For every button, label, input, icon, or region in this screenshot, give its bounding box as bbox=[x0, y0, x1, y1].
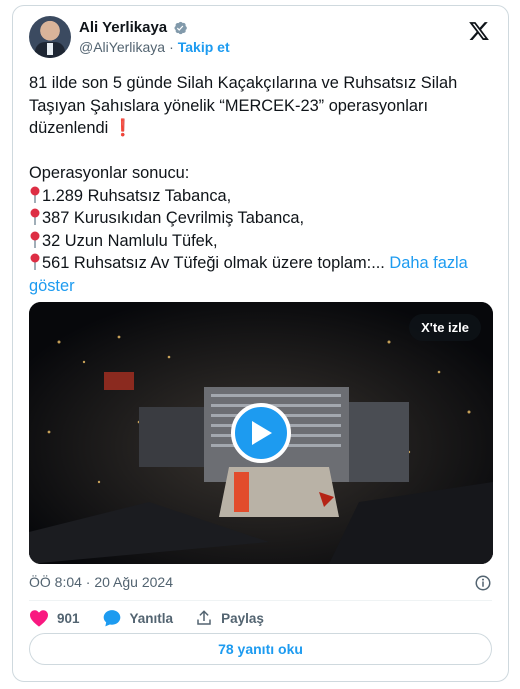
reply-bubble-icon bbox=[103, 610, 120, 627]
author-name[interactable]: Ali Yerlikaya bbox=[79, 19, 167, 36]
result-item: 1.289 Ruhsatsız Tabanca, bbox=[42, 186, 232, 205]
play-button[interactable] bbox=[231, 403, 291, 463]
watch-on-x-button[interactable]: X'te izle bbox=[409, 314, 481, 341]
reply-button[interactable]: Yanıtla bbox=[102, 608, 174, 628]
author-handle-row: @AliYerlikaya · Takip et bbox=[79, 39, 230, 55]
divider bbox=[29, 600, 492, 601]
like-button[interactable]: 901 bbox=[29, 608, 80, 628]
tweet-timestamp[interactable]: ÖÖ 8:04 · 20 Ağu 2024 bbox=[29, 574, 173, 590]
result-item: 387 Kurusıkıdan Çevrilmiş Tabanca, bbox=[42, 209, 305, 227]
video-player[interactable]: X'te izle bbox=[29, 302, 493, 564]
read-replies-button[interactable]: 78 yanıtı oku bbox=[29, 633, 492, 665]
tweet-card: Ali Yerlikaya @AliYerlikaya · Takip et 8… bbox=[12, 5, 509, 682]
result-item: 561 Ruhsatsız Av Tüfeği olmak üzere topl… bbox=[42, 254, 385, 272]
verified-badge-icon bbox=[174, 21, 187, 34]
round-pushpin-icon bbox=[30, 208, 40, 225]
handle-separator: · bbox=[169, 39, 174, 55]
red-exclamation-icon: ❗ bbox=[112, 119, 134, 137]
avatar[interactable] bbox=[29, 16, 71, 58]
tweet-text: 81 ilde son 5 günde Silah Kaçakçılarına … bbox=[29, 72, 494, 297]
tweet-intro: 81 ilde son 5 günde Silah Kaçakçılarına … bbox=[29, 74, 462, 137]
like-count: 901 bbox=[57, 610, 80, 626]
info-icon[interactable] bbox=[474, 574, 492, 592]
follow-button[interactable]: Takip et bbox=[178, 39, 230, 55]
play-icon bbox=[252, 421, 272, 445]
result-item: 32 Uzun Namlulu Tüfek, bbox=[42, 231, 218, 250]
round-pushpin-icon bbox=[30, 231, 40, 248]
tweet-header: Ali Yerlikaya @AliYerlikaya · Takip et bbox=[29, 16, 492, 62]
heart-icon bbox=[30, 610, 48, 627]
share-label: Paylaş bbox=[221, 610, 264, 626]
round-pushpin-icon bbox=[30, 186, 40, 203]
author-handle[interactable]: @AliYerlikaya bbox=[79, 39, 165, 55]
reply-label: Yanıtla bbox=[129, 610, 174, 626]
x-logo-icon[interactable] bbox=[468, 20, 490, 42]
author-name-row: Ali Yerlikaya bbox=[79, 19, 188, 36]
avatar-shirt bbox=[47, 43, 53, 55]
tweet-actions: 901 Yanıtla Paylaş bbox=[29, 608, 264, 628]
share-button[interactable]: Paylaş bbox=[195, 608, 264, 628]
round-pushpin-icon bbox=[30, 253, 40, 270]
results-heading: Operasyonlar sonucu: bbox=[29, 164, 190, 182]
tweet-meta: ÖÖ 8:04 · 20 Ağu 2024 bbox=[29, 574, 492, 594]
share-upload-icon bbox=[197, 610, 211, 625]
